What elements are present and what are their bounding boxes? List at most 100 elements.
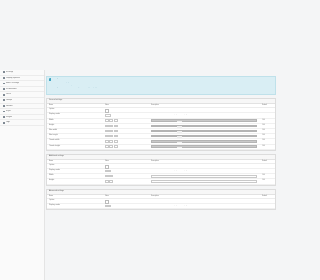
setting-default: 100 [262,180,265,182]
value-input[interactable] [109,145,114,148]
column-value-header: Value [105,195,109,197]
value-input[interactable] [105,169,111,173]
user-icon [3,93,5,96]
setting-value [105,119,118,123]
setting-name: Height [49,180,55,182]
slider-handle[interactable] [177,136,182,138]
slider-handle[interactable] [177,120,182,123]
setting-name: Option [49,109,55,111]
value-input[interactable] [105,180,109,183]
setting-description: Enable or disable this feature for all v… [151,108,190,110]
value-input[interactable] [109,175,114,178]
setting-value [105,145,118,149]
mail-icon [3,82,5,85]
setting-description: Choose how entries should be displayed o… [151,169,189,171]
setting-value [105,114,111,118]
sidebar-item-label: Settings [5,71,14,74]
column-name-header: Name [49,195,54,197]
value-input[interactable] [105,114,111,117]
sidebar-item-label: Forums [5,104,13,107]
setting-description: Enable or disable this feature for all v… [151,164,190,166]
value-input[interactable] [113,119,118,122]
setting-value [105,204,111,209]
column-description-header: Description [151,195,159,197]
setting-value [105,129,118,134]
sidebar-item-label: Mailer settings [5,82,20,85]
setting-description: Choose how entries should be displayed o… [151,113,189,115]
setting-description: Choose how entries should be displayed o… [151,204,189,206]
value-slider-track[interactable] [151,140,257,144]
setting-name: Width [49,119,54,121]
setting-default: 100 [262,140,265,142]
settings-panel: Additional settings Name Value Description D… [46,153,276,186]
column-name-header: Name [49,160,54,162]
setting-name: Max width [49,129,58,131]
column-description-header: Description [151,105,159,106]
value-input[interactable] [109,134,114,138]
settings-panel: Advanced settings Name Value Description Def… [46,188,276,211]
setting-value [105,175,114,179]
value-input[interactable] [105,175,109,178]
slider-handle[interactable] [177,141,182,144]
setting-default: 100 [262,135,265,137]
sidebar: Settings Display options Mailer settings Pe… [0,70,45,280]
value-input[interactable] [113,145,118,148]
value-input[interactable] [105,124,109,127]
setting-input[interactable] [151,180,257,183]
value-input[interactable] [113,129,118,133]
sidebar-item-label: Groups [5,99,13,102]
sidebar-item-label: Permissions [5,87,17,90]
lock-icon [3,88,5,90]
column-default-header: Default [262,195,268,197]
setting-name: Height [49,124,55,126]
setting-name: Option [49,199,55,201]
setting-row: Thumb height 100 [47,145,275,150]
column-value-header: Value [105,105,109,106]
value-slider-track[interactable] [151,124,257,128]
setting-name: Width [49,175,54,177]
setting-default: 100 [262,145,265,147]
plugin-icon [3,116,5,118]
setting-row: Height 100 [47,179,275,185]
column-default-header: Default [262,160,268,162]
slider-handle[interactable] [177,131,182,133]
value-slider-track[interactable] [151,135,257,138]
value-input[interactable] [109,180,114,183]
setting-default: 100 [262,129,265,131]
value-slider-track[interactable] [151,129,257,133]
sidebar-item-label: Logs [5,121,11,124]
column-default-header: Default [262,105,268,106]
setting-value [105,124,118,129]
main-content: i Configuration information Values enter… [46,76,276,211]
value-input[interactable] [109,124,114,127]
value-slider-track[interactable] [151,119,257,123]
value-input[interactable] [105,129,109,133]
value-input[interactable] [113,134,118,138]
value-input[interactable] [105,145,109,148]
value-input[interactable] [113,124,118,127]
value-input[interactable] [113,140,118,143]
value-input[interactable] [105,134,109,138]
setting-name: Option [49,164,55,166]
sidebar-item-label: Plugins [5,115,13,118]
settings-panel: General settings Name Value Description Defa… [46,98,276,151]
value-input[interactable] [109,140,114,143]
value-input[interactable] [109,119,114,122]
setting-value [105,134,118,139]
value-slider-track[interactable] [151,145,257,149]
value-input[interactable] [105,204,111,208]
value-input[interactable] [109,129,114,133]
gear-icon [3,71,5,74]
column-value-header: Value [105,160,109,162]
setting-value [105,140,118,144]
setting-name: Display mode [49,205,60,206]
value-input[interactable] [105,140,109,143]
setting-input[interactable] [151,175,257,178]
slider-handle[interactable] [177,146,182,149]
sidebar-item[interactable]: Logs [0,120,44,126]
slider-handle[interactable] [177,125,182,128]
setting-name: Display mode [49,170,60,172]
info-icon: i [48,78,52,81]
value-input[interactable] [105,119,109,122]
sidebar-item-label: Users [5,93,12,96]
